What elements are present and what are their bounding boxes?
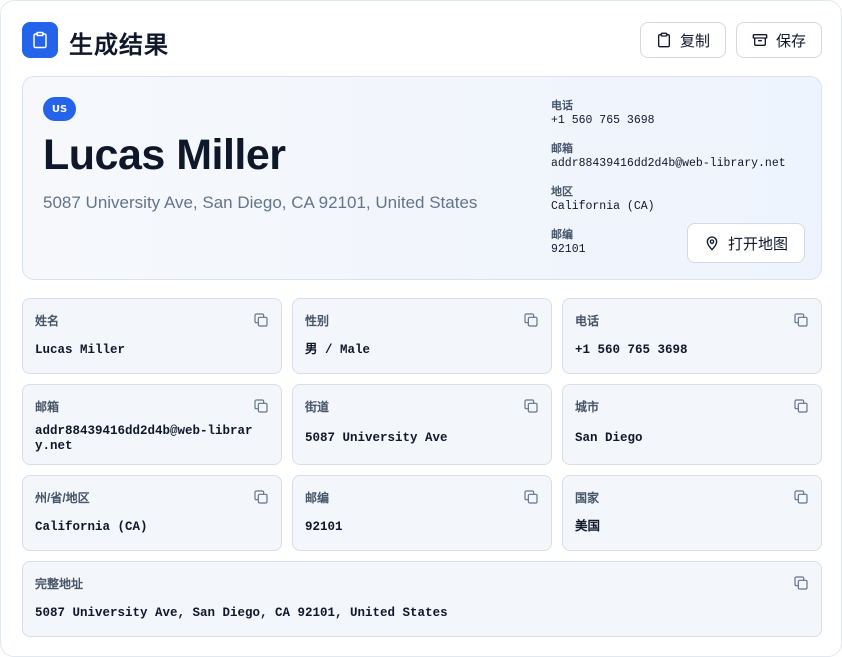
field-value: San Diego bbox=[575, 431, 643, 445]
field-value: +1 560 765 3698 bbox=[575, 343, 688, 357]
field-value: 92101 bbox=[305, 520, 343, 534]
copy-button-label: 复制 bbox=[679, 32, 710, 50]
copy-icon[interactable] bbox=[793, 398, 809, 414]
field-card-email: 邮箱 addr88439416dd2d4b@web-library.net bbox=[22, 384, 282, 465]
copy-button[interactable]: 复制 bbox=[640, 22, 726, 58]
field-label: 电话 bbox=[575, 314, 600, 328]
page-title: 生成结果 bbox=[69, 32, 169, 59]
field-label: 国家 bbox=[575, 491, 600, 505]
field-label: 街道 bbox=[305, 400, 330, 414]
field-label: 完整地址 bbox=[35, 577, 84, 591]
field-value: 美国 bbox=[575, 520, 601, 534]
copy-icon[interactable] bbox=[253, 398, 269, 414]
field-card-zip: 邮编 92101 bbox=[292, 475, 552, 551]
field-card-phone: 电话 +1 560 765 3698 bbox=[562, 298, 822, 374]
person-name: Lucas Miller bbox=[43, 131, 286, 179]
field-value: 5087 University Ave, San Diego, CA 92101… bbox=[35, 606, 448, 620]
copy-icon[interactable] bbox=[253, 312, 269, 328]
field-label: 邮箱 bbox=[35, 400, 60, 414]
open-map-label: 打开地图 bbox=[727, 235, 788, 253]
phone-value: +1 560 765 3698 bbox=[551, 114, 655, 127]
email-value: addr88439416dd2d4b@web-library.net bbox=[551, 157, 786, 170]
copy-icon[interactable] bbox=[523, 312, 539, 328]
field-card-gender: 性别 男 / Male bbox=[292, 298, 552, 374]
copy-icon[interactable] bbox=[523, 398, 539, 414]
field-label: 城市 bbox=[575, 400, 600, 414]
map-pin-icon bbox=[706, 236, 718, 251]
open-map-button[interactable]: 打开地图 bbox=[687, 223, 805, 263]
clipboard-icon bbox=[657, 32, 670, 48]
field-value: 5087 University Ave bbox=[305, 431, 448, 445]
field-card-state: 州/省/地区 California (CA) bbox=[22, 475, 282, 551]
field-card-full-address: 完整地址 5087 University Ave, San Diego, CA … bbox=[22, 561, 822, 637]
field-label: 邮编 bbox=[305, 491, 330, 505]
copy-icon[interactable] bbox=[793, 489, 809, 505]
field-label: 姓名 bbox=[35, 314, 60, 328]
email-label: 邮箱 bbox=[551, 143, 573, 155]
person-address: 5087 University Ave, San Diego, CA 92101… bbox=[43, 193, 478, 212]
country-badge: US bbox=[43, 97, 76, 121]
field-card-street: 街道 5087 University Ave bbox=[292, 384, 552, 465]
save-button[interactable]: 保存 bbox=[736, 22, 822, 58]
copy-icon[interactable] bbox=[253, 489, 269, 505]
result-panel: 生成结果 复制 保存 US Lucas Miller 5087 Universi… bbox=[0, 0, 842, 657]
copy-icon[interactable] bbox=[523, 489, 539, 505]
field-label: 州/省/地区 bbox=[35, 491, 90, 505]
copy-icon[interactable] bbox=[793, 575, 809, 591]
field-value: 男 / Male bbox=[305, 343, 371, 357]
copy-icon[interactable] bbox=[793, 312, 809, 328]
field-value: California (CA) bbox=[35, 520, 148, 534]
archive-icon bbox=[752, 34, 768, 46]
identity-summary-card: US Lucas Miller 5087 University Ave, San… bbox=[22, 76, 822, 280]
header: 生成结果 复制 保存 bbox=[22, 22, 822, 59]
field-card-name: 姓名 Lucas Miller bbox=[22, 298, 282, 374]
phone-label: 电话 bbox=[551, 100, 573, 112]
region-label: 地区 bbox=[551, 186, 573, 198]
field-card-country: 国家 美国 bbox=[562, 475, 822, 551]
save-button-label: 保存 bbox=[775, 32, 806, 50]
field-label: 性别 bbox=[305, 314, 330, 328]
clipboard-icon bbox=[22, 22, 58, 58]
field-card-city: 城市 San Diego bbox=[562, 384, 822, 465]
field-value: Lucas Miller bbox=[35, 343, 126, 357]
field-value: addr88439416dd2d4b@web-library.net bbox=[35, 424, 253, 453]
